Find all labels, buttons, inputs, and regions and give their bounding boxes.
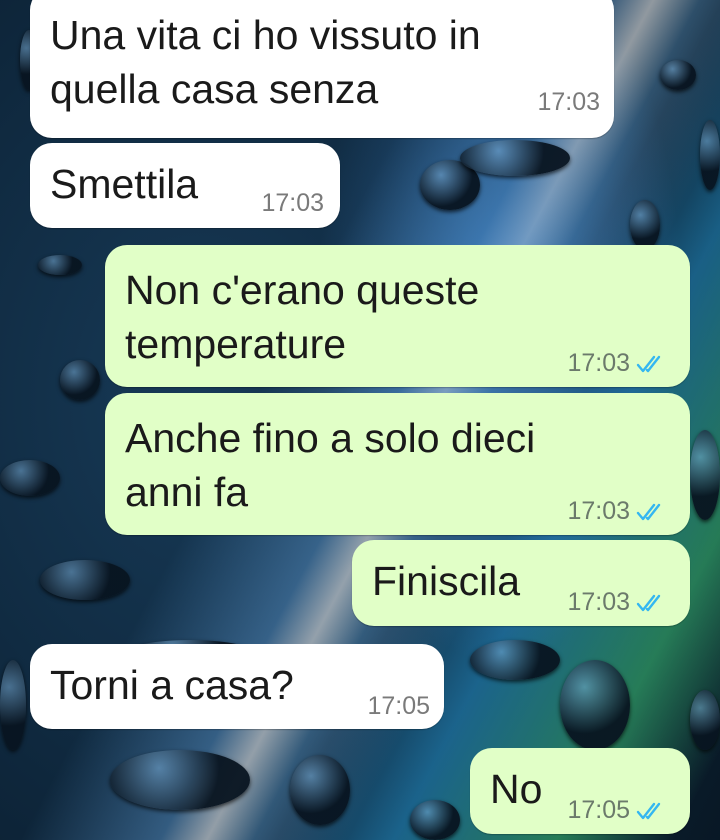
outgoing-message[interactable]: Finiscila 17:03 — [352, 540, 690, 626]
message-meta: 17:05 — [567, 796, 666, 825]
outgoing-message[interactable]: No 17:05 — [470, 748, 690, 834]
water-drop — [0, 660, 26, 750]
message-time: 17:05 — [367, 692, 430, 720]
double-check-icon — [636, 800, 666, 822]
water-drop — [630, 200, 660, 250]
message-time: 17:03 — [567, 497, 630, 525]
water-drop — [60, 360, 100, 400]
water-drop — [410, 800, 460, 840]
message-time: 17:03 — [567, 588, 630, 616]
water-drop — [690, 690, 720, 750]
water-drop — [0, 460, 60, 496]
message-text: Non c'erano queste temperature — [125, 267, 480, 367]
water-drop — [660, 60, 696, 90]
water-drop — [560, 660, 630, 750]
message-text: Una vita ci ho vissuto in quella casa se… — [50, 12, 481, 112]
double-check-icon — [636, 592, 666, 614]
incoming-message[interactable]: Una vita ci ho vissuto in quella casa se… — [30, 0, 614, 138]
incoming-message[interactable]: Smettila 17:03 — [30, 143, 340, 228]
water-drop — [690, 430, 720, 520]
water-drop — [38, 255, 82, 275]
message-text: Smettila — [50, 161, 199, 207]
water-drop — [700, 120, 720, 190]
message-meta: 17:03 — [567, 497, 666, 526]
water-drop — [40, 560, 130, 600]
message-meta: 17:05 — [367, 692, 430, 721]
message-meta: 17:03 — [261, 189, 324, 218]
message-meta: 17:03 — [567, 588, 666, 617]
message-text: Finiscila — [372, 558, 521, 604]
outgoing-message[interactable]: Non c'erano queste temperature 17:03 — [105, 245, 690, 387]
message-meta: 17:03 — [537, 88, 600, 117]
double-check-icon — [636, 501, 666, 523]
message-meta: 17:03 — [567, 349, 666, 378]
message-time: 17:03 — [567, 349, 630, 377]
message-text: Anche fino a solo dieci anni fa — [125, 415, 536, 515]
message-text: Torni a casa? — [50, 662, 294, 708]
water-drop — [470, 640, 560, 680]
double-check-icon — [636, 353, 666, 375]
message-time: 17:03 — [261, 189, 324, 217]
incoming-message[interactable]: Torni a casa? 17:05 — [30, 644, 444, 729]
message-time: 17:03 — [537, 88, 600, 116]
message-time: 17:05 — [567, 796, 630, 824]
water-drop — [460, 140, 570, 176]
outgoing-message[interactable]: Anche fino a solo dieci anni fa 17:03 — [105, 393, 690, 535]
water-drop — [290, 755, 350, 825]
message-text: No — [490, 766, 543, 812]
water-drop — [110, 750, 250, 810]
